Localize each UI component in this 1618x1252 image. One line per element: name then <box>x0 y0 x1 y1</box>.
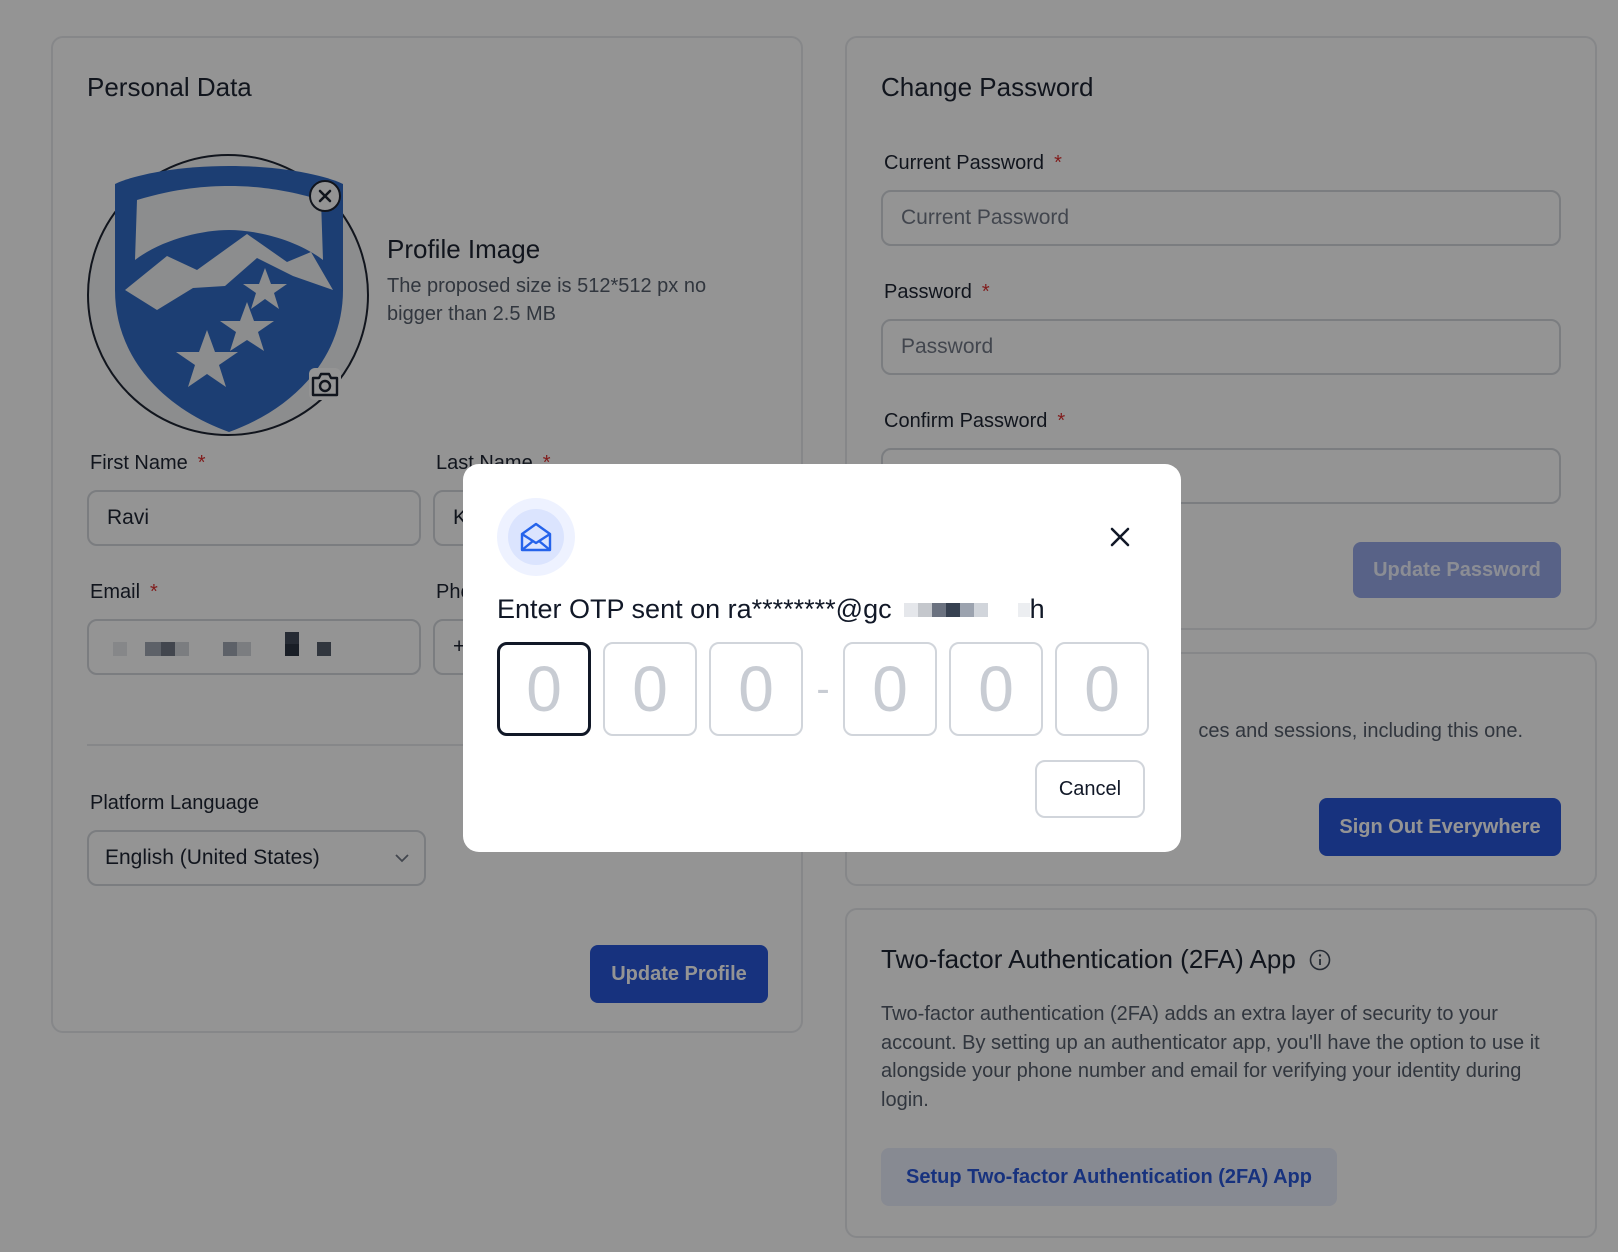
close-icon <box>1110 527 1130 547</box>
otp-separator: - <box>816 666 830 711</box>
cancel-button[interactable]: Cancel <box>1035 760 1145 818</box>
otp-digit-2[interactable]: 0 <box>603 642 697 736</box>
otp-modal: Enter OTP sent on ra********@gc h 0 0 0 … <box>463 464 1181 852</box>
redacted-email-domain <box>903 602 1030 617</box>
otp-input-group: 0 0 0 - 0 0 0 <box>497 642 1149 736</box>
settings-page: Personal Data Profile Image The proposed… <box>0 0 1618 1252</box>
mail-badge <box>497 498 575 576</box>
otp-digit-1[interactable]: 0 <box>497 642 591 736</box>
otp-title-tail: h <box>1029 594 1045 624</box>
otp-digit-5[interactable]: 0 <box>949 642 1043 736</box>
otp-title-text: Enter OTP sent on ra********@gc <box>497 594 892 624</box>
mail-open-icon <box>520 522 552 552</box>
otp-title: Enter OTP sent on ra********@gc h <box>497 594 1045 625</box>
otp-digit-4[interactable]: 0 <box>843 642 937 736</box>
close-modal-button[interactable] <box>1107 524 1133 550</box>
otp-digit-3[interactable]: 0 <box>709 642 803 736</box>
otp-digit-6[interactable]: 0 <box>1055 642 1149 736</box>
